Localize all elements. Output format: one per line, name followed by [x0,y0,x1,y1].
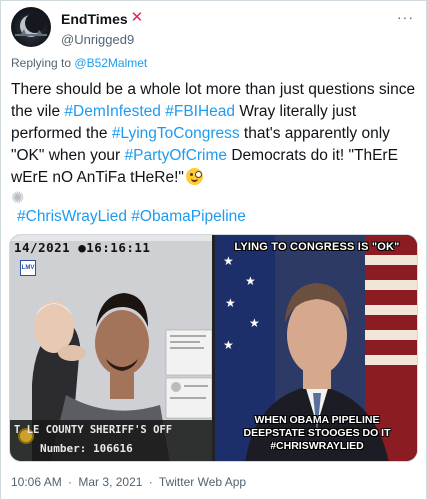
tweet-date-link[interactable]: Mar 3, 2021 [78,475,142,489]
reply-mention-link[interactable]: @B52Malmet [74,56,147,70]
mugshot-number-text: Number: 106616 [40,442,133,455]
crescent-silhouette-icon [15,13,47,37]
user-handle[interactable]: @Unrigged9 [61,32,143,47]
red-x-icon: ✕ [130,9,144,26]
meme-caption-line: DEEPSTATE STOOGES DO IT [243,427,391,439]
hashtag-link[interactable]: #ChrisWrayLied [17,208,127,225]
avatar[interactable] [11,7,51,47]
hashtag-link[interactable]: #DemInfested [64,103,161,120]
zany-face-emoji-icon [185,168,203,185]
tweet-source: Twitter Web App [158,475,247,489]
meme-top-caption: LYING TO CONGRESS IS "OK" [234,241,400,253]
station-logo: LMV [20,260,36,276]
media-photo-right[interactable]: ★ ★ ★ ★ ★ LYING TO CONGRESS IS "OK" WHEN… [215,235,417,461]
replying-to-line: Replying to @B52Malmet [11,56,147,70]
hashtag-link[interactable]: #PartyOfCrime [125,147,228,164]
tweet-header: EndTimes ✕ @Unrigged9 ··· [11,7,418,47]
separator-dot: · [148,475,153,489]
svg-text:★: ★ [223,338,234,352]
anger-burst-emoji-icon: ✺ [11,190,25,207]
meme-caption-line: #CHRISWRAYLIED [270,440,364,452]
mugshot-timestamp: 14/2021 ●16:16:11 [14,240,151,255]
separator-dot: · [68,475,73,489]
tweet-time-link[interactable]: 10:06 AM [11,475,62,489]
hashtag-link[interactable]: #FBIHead [165,103,235,120]
hashtag-link[interactable]: #ObamaPipeline [131,208,246,225]
display-name[interactable]: EndTimes [61,11,128,27]
svg-text:★: ★ [225,296,236,310]
tweet-timestamp: 10:06 AM · Mar 3, 2021 · Twitter Web App [11,475,246,489]
svg-text:★: ★ [245,274,256,288]
tweet-body: There should be a whole lot more than ju… [11,79,416,207]
hashtag-link[interactable]: #LyingToCongress [112,125,240,142]
meme-caption-line: WHEN OBAMA PIPELINE [254,414,380,426]
media-photo-left[interactable]: 14/2021 ●16:16:11 LMV T LE COUNTY SHERIF… [10,235,212,461]
svg-text:★: ★ [249,316,260,330]
replying-to-prefix: Replying to [11,56,72,70]
author-names: EndTimes ✕ @Unrigged9 [61,9,144,47]
mugshot-county-text: T LE COUNTY SHERIFF'S OFF [14,424,173,436]
tweet-card: EndTimes ✕ @Unrigged9 ··· Replying to @B5… [0,0,427,500]
more-options-button[interactable]: ··· [397,9,414,25]
tweet-media: 14/2021 ●16:16:11 LMV T LE COUNTY SHERIF… [9,234,418,462]
meme-bottom-caption: WHEN OBAMA PIPELINE DEEPSTATE STOOGES DO… [215,414,417,453]
svg-text:★: ★ [223,254,234,268]
hashtags-line: #ChrisWrayLied #ObamaPipeline [17,208,246,226]
